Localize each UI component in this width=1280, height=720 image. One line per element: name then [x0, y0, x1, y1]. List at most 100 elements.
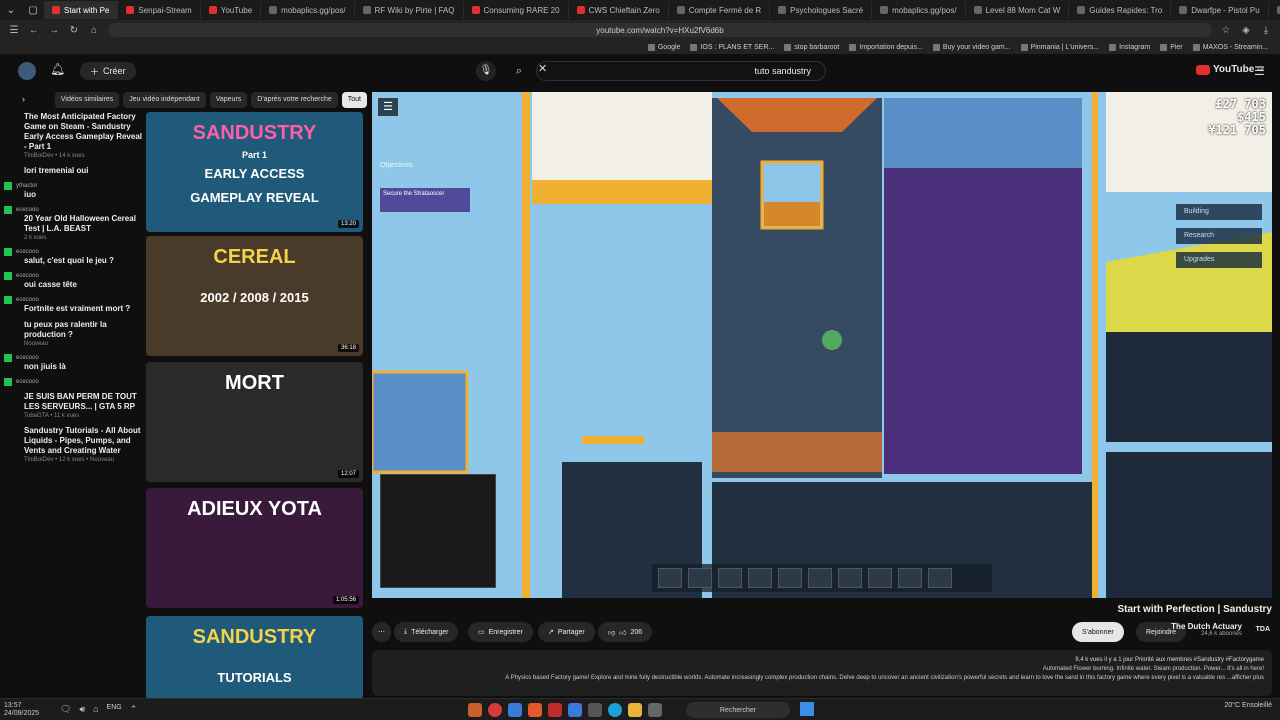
chat-username: ececooo [16, 207, 39, 213]
browser-tab[interactable]: YouTube [201, 1, 262, 19]
channel-avatar[interactable]: TDA [1256, 626, 1270, 633]
app-icon[interactable] [608, 703, 622, 717]
browser-tab[interactable]: Senpai-Stream [118, 1, 201, 19]
clear-search-icon[interactable]: ✕ [538, 62, 547, 75]
url-field[interactable]: youtube.com/watch?v=HXu2fV6d6b [108, 23, 1212, 37]
browser-tab[interactable]: CWS Chieftain Zero [569, 1, 669, 19]
notifications-icon[interactable]: 🔔︎ [50, 62, 65, 76]
bookmark-item[interactable]: Buy your video gam... [932, 43, 1011, 51]
create-button[interactable]: ＋ Créer [80, 62, 136, 80]
browser-tab[interactable]: Compte Fermé de R [669, 1, 771, 19]
filter-chip[interactable]: Jeu vidéo indépendant [123, 92, 206, 108]
save-button[interactable]: ▭ Enregistrer [468, 622, 533, 642]
video-player[interactable]: ☰ Objectives Secure the Strataoscer £27 … [372, 92, 1272, 598]
browser-tab[interactable]: RF Wiki by Pirte | FAQ [355, 1, 464, 19]
app-icon[interactable] [508, 703, 522, 717]
voice-search-icon[interactable]: 🎙︎ [476, 61, 496, 81]
bookmark-item[interactable]: IOS : PLANS ET SER... [690, 43, 774, 51]
browser-tab[interactable]: Level 60 Occultist [1269, 1, 1280, 19]
chat-text: Sandustry Tutorials - All About Liquids … [24, 426, 141, 455]
notification-icon[interactable]: 🗨︎ [60, 704, 71, 715]
app-icon[interactable] [648, 703, 662, 717]
weather-widget[interactable]: 20°C Ensoleillé [1224, 702, 1272, 710]
thumbnail-subtitle: EARLY ACCESS [204, 166, 305, 181]
bookmark-item[interactable]: Importation depuis... [849, 43, 923, 51]
back-icon[interactable]: ← [28, 25, 40, 36]
clock[interactable]: 13:57 24/09/2025 [4, 702, 39, 718]
app-icon[interactable] [588, 703, 602, 717]
extensions-icon[interactable]: ◈ [1240, 25, 1252, 36]
subscribe-button[interactable]: S'abonner [1072, 622, 1124, 642]
bookmark-item[interactable]: Google [647, 43, 680, 51]
tab-favicon-icon [778, 6, 787, 14]
sidebar-toggle-icon[interactable]: ☰ [8, 25, 20, 36]
browser-tab[interactable]: Consuming RARE 20 [464, 1, 569, 19]
research-button: Research [1176, 228, 1262, 244]
guide-menu-icon[interactable]: ☰ [1254, 64, 1265, 78]
tab-label: Consuming RARE 20 [483, 5, 560, 15]
video-thumbnail[interactable]: SANDUSTRY Part 1 EARLY ACCESS GAMEPLAY REVE… [146, 112, 363, 232]
bookmark-item[interactable]: Pinmania | L'univers... [1020, 43, 1099, 51]
download-icon: ⤓ [404, 628, 408, 635]
more-actions-icon[interactable]: ⋯ [372, 622, 391, 642]
video-thumbnail[interactable]: SANDUSTRY TUTORIALS [146, 616, 363, 700]
app-icon[interactable] [628, 703, 642, 717]
bookmark-item[interactable]: Pier [1160, 43, 1183, 51]
bookmark-item[interactable]: Instagram [1109, 43, 1150, 51]
volume-icon[interactable]: 🔊︎ [79, 704, 85, 715]
app-icon[interactable] [488, 703, 502, 717]
filter-chip[interactable]: Vidéos similaires [54, 92, 120, 108]
like-dislike-button[interactable]: 👎︎ 👍︎ 206 [598, 622, 653, 642]
channel-name[interactable]: The Dutch Actuary [1171, 622, 1242, 631]
app-icon[interactable] [548, 703, 562, 717]
workspaces-icon[interactable]: ▢ [22, 5, 44, 16]
video-description[interactable]: 9,4 k vues il y a 1 jour Priorité aux me… [372, 650, 1272, 696]
reload-icon[interactable]: ↻ [68, 25, 80, 36]
tab-search-icon[interactable]: ⌄ [0, 5, 22, 16]
browser-tab[interactable]: mobaplics.gg/pos/ [872, 1, 966, 19]
channel-info[interactable]: The Dutch Actuary 24,6 k abonnés TDA [1171, 622, 1270, 637]
video-duration: 36:18 [337, 344, 359, 352]
app-icon[interactable] [568, 703, 582, 717]
video-thumbnail[interactable]: CEREAL 2002 / 2008 / 2015 36:18 [146, 236, 363, 356]
chat-text: JE SUIS BAN PERM DE TOUT LES SERVEURS...… [24, 392, 137, 411]
share-label: Partager [557, 628, 585, 636]
bookmark-favicon-icon [932, 43, 940, 51]
taskbar-search[interactable]: Rechercher [686, 702, 790, 718]
video-thumbnail[interactable]: ADIEUX YOTA 1:05:56 [146, 488, 363, 608]
video-title: Start with Perfection | Sandustry [1117, 604, 1273, 615]
bookmark-star-icon[interactable]: ☆ [1220, 25, 1232, 36]
search-input[interactable]: tuto sandustry [536, 61, 826, 81]
browser-tab[interactable]: Start with Pe [44, 1, 119, 19]
home-icon[interactable]: ⌂ [88, 25, 100, 36]
browser-tab[interactable]: Guides Rapides: Tro [1069, 1, 1172, 19]
browser-tab[interactable]: Level 88 Mom Cat W [966, 1, 1070, 19]
browser-tab[interactable]: mobaplics.gg/pos/ [261, 1, 355, 19]
forward-icon[interactable]: → [48, 25, 60, 36]
browser-tab[interactable]: Dwarfpe - Pistol Pu [1171, 1, 1269, 19]
chat-message: Sandustry Tutorials - All About Liquids … [4, 426, 144, 464]
download-icon[interactable]: ⤓ [1260, 25, 1272, 36]
chip-scroll-icon[interactable]: › [22, 94, 25, 104]
bookmark-item[interactable]: stop barbaroot [784, 43, 839, 51]
video-thumbnail[interactable]: MORT 12:07 [146, 362, 363, 482]
network-icon[interactable]: ⌂ [93, 704, 98, 715]
filter-chip[interactable]: Tout [341, 92, 367, 108]
start-button[interactable] [800, 702, 814, 716]
chat-text: tu peux pas ralentir la production ? [24, 320, 107, 339]
tray-expand-icon[interactable]: ⌃ [130, 704, 138, 715]
search-icon[interactable]: ⌕ [508, 61, 530, 81]
account-avatar[interactable] [18, 62, 36, 80]
download-button[interactable]: ⤓ Télécharger [394, 622, 459, 642]
language-label[interactable]: ENG [107, 704, 122, 715]
building-button: Building [1176, 204, 1262, 220]
app-icon[interactable] [528, 703, 542, 717]
share-button[interactable]: ↗ Partager [538, 622, 595, 642]
bookmark-item[interactable]: MAXOS - Streamin... [1192, 43, 1268, 51]
filter-chip[interactable]: Vapeurs [209, 92, 248, 108]
filter-chip[interactable]: D'après votre recherche [251, 92, 338, 108]
chat-meta: Nouveau [24, 341, 49, 347]
user-badge-icon [4, 248, 12, 256]
browser-tab[interactable]: Psychologues Sacré [770, 1, 873, 19]
app-icon[interactable] [468, 703, 482, 717]
